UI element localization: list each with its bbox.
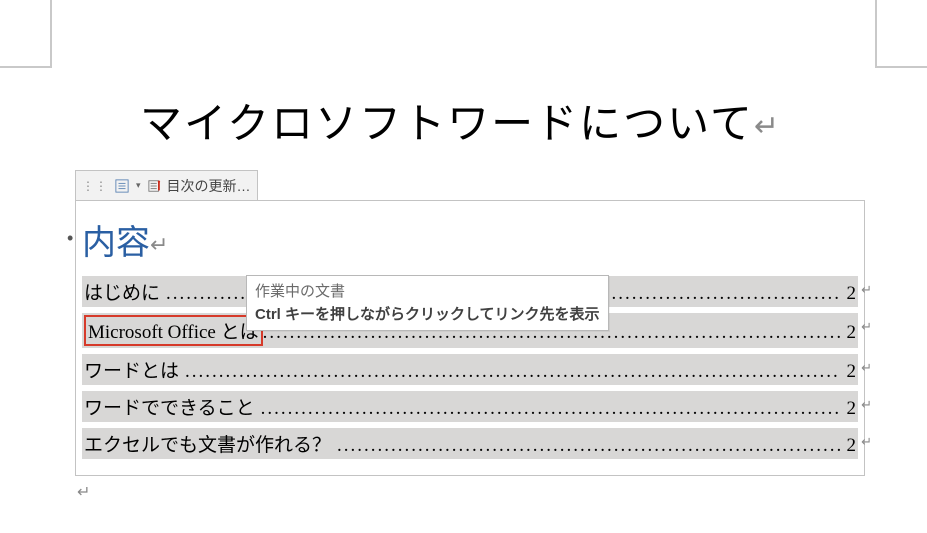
tooltip-body: Ctrl キーを押しながらクリックしてリンク先を表示	[255, 303, 600, 324]
paragraph-mark-icon: ↵	[150, 232, 168, 257]
paragraph-mark-icon: ↵	[861, 397, 872, 413]
paragraph-mark-icon: ↵	[754, 110, 781, 143]
drag-grip-icon[interactable]: ⋮⋮	[82, 183, 108, 189]
paragraph-mark-icon: ↵	[861, 434, 872, 450]
tooltip-title: 作業中の文書	[255, 280, 600, 301]
toc-entry-page[interactable]: 2	[841, 435, 857, 457]
field-marker-icon: •	[67, 228, 73, 249]
toc-entry[interactable]: エクセルでも文書が作れる？...........................…	[82, 428, 858, 459]
page-title: マイクロソフトワードについて↵	[140, 90, 867, 151]
toc-menu-icon[interactable]	[114, 179, 130, 193]
toc-entry-page[interactable]: 2	[841, 283, 857, 305]
toc-heading: 内容↵	[82, 215, 858, 264]
document-page: マイクロソフトワードについて↵ • ⋮⋮ ▾	[75, 90, 867, 151]
toc-leader-dots: ........................................…	[337, 435, 840, 457]
paragraph-mark-icon: ↵	[861, 319, 872, 335]
toc-entry-label[interactable]: エクセルでも文書が作れる？	[84, 430, 337, 457]
toc-leader-dots: ........................................…	[185, 361, 840, 383]
paragraph-mark-icon: ↵	[861, 282, 872, 298]
toc-entry-label[interactable]: Microsoft Office とは	[84, 315, 263, 346]
page-margin-mark	[875, 0, 877, 68]
toc-field-frame: ⋮⋮ ▾ 目次の更新…	[75, 170, 865, 502]
toc-heading-text: 内容	[82, 224, 150, 262]
hyperlink-tooltip: 作業中の文書 Ctrl キーを押しながらクリックしてリンク先を表示	[246, 275, 609, 331]
page-title-text: マイクロソフトワードについて	[140, 102, 754, 148]
toc-entry-page[interactable]: 2	[841, 398, 857, 420]
toc-update-label[interactable]: 目次の更新…	[167, 176, 251, 196]
page-margin-mark	[0, 66, 52, 68]
chevron-down-icon[interactable]: ▾	[136, 180, 141, 191]
toc-entry-label[interactable]: ワードとは	[84, 356, 185, 383]
page-margin-mark	[50, 0, 52, 68]
toc-leader-dots: ........................................…	[261, 398, 841, 420]
paragraph-mark-icon: ↵	[861, 360, 872, 376]
toc-entry-label[interactable]: はじめに	[84, 278, 166, 305]
toc-entry-page[interactable]: 2	[841, 322, 857, 344]
paragraph-mark-icon: ↵	[77, 482, 865, 502]
toc-entry[interactable]: ワードでできること...............................…	[82, 391, 858, 422]
toc-box: 内容↵ はじめに................................…	[75, 200, 865, 476]
page-margin-mark	[875, 66, 927, 68]
toc-entry[interactable]: ワードとは...................................…	[82, 354, 858, 385]
toc-control-tab[interactable]: ⋮⋮ ▾ 目次の更新…	[75, 170, 258, 200]
toc-entry-page[interactable]: 2	[841, 361, 857, 383]
toc-entry-label[interactable]: ワードでできること	[84, 393, 261, 420]
refresh-icon[interactable]	[147, 179, 163, 193]
